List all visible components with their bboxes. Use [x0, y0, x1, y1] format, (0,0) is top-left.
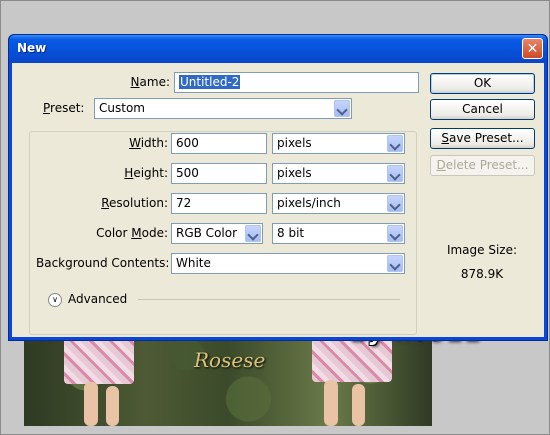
image-size-value: 878.9K [460, 267, 504, 281]
chevron-down-icon [387, 225, 403, 242]
dress-left [64, 336, 134, 384]
advanced-divider [138, 299, 400, 300]
chevron-down-icon [245, 225, 261, 242]
chevron-down-icon [387, 165, 403, 182]
advanced-toggle-icon[interactable]: ∨ [48, 293, 62, 307]
background-photo: Rosese [24, 336, 432, 426]
ok-button[interactable]: OK [430, 73, 535, 94]
photo-caption: Rosese [194, 348, 266, 372]
width-unit-select[interactable]: pixels [272, 133, 405, 154]
image-size-label: Image Size: [446, 243, 518, 257]
title-bar[interactable]: New ✕ [9, 35, 547, 63]
delete-preset-button[interactable]: Delete Preset... [430, 155, 535, 176]
bit-depth-select[interactable]: 8 bit [272, 223, 405, 244]
color-mode-label: Color Mode: [96, 226, 168, 240]
resolution-field[interactable]: 72 [171, 193, 267, 214]
name-field[interactable]: Untitled-2 [174, 72, 419, 93]
leg-left-1 [84, 382, 98, 426]
height-label: Height: [124, 166, 168, 180]
leg-right-2 [352, 384, 365, 426]
advanced-label[interactable]: Advanced [68, 292, 127, 306]
width-field[interactable]: 600 [171, 133, 267, 154]
preset-select[interactable]: Custom [94, 98, 352, 119]
save-preset-button[interactable]: Save Preset... [430, 128, 535, 149]
dialog-body: Name: Untitled-2 Preset: Custom Width: 6… [12, 63, 544, 337]
close-button[interactable]: ✕ [522, 38, 543, 59]
resolution-label: Resolution: [101, 196, 168, 210]
color-mode-select[interactable]: RGB Color [171, 223, 263, 244]
chevron-down-icon [387, 135, 403, 152]
leg-right-1 [324, 380, 338, 426]
chevron-down-icon [387, 255, 403, 272]
background-contents-select[interactable]: White [171, 253, 405, 274]
height-unit-select[interactable]: pixels [272, 163, 405, 184]
background-contents-label: Background Contents: [36, 256, 170, 270]
chevron-down-icon [334, 100, 350, 117]
leg-left-2 [106, 386, 119, 426]
height-field[interactable]: 500 [171, 163, 267, 184]
resolution-unit-select[interactable]: pixels/inch [272, 193, 405, 214]
close-icon: ✕ [526, 41, 539, 57]
chevron-down-icon [387, 195, 403, 212]
cancel-button[interactable]: Cancel [430, 99, 535, 120]
width-label: Width: [129, 136, 168, 150]
name-label: Name: [130, 75, 170, 89]
preset-label: Preset: [40, 101, 96, 115]
dialog-title: New [17, 41, 47, 55]
new-document-dialog: New ✕ Name: Untitled-2 Preset: Custom Wi… [8, 34, 548, 341]
